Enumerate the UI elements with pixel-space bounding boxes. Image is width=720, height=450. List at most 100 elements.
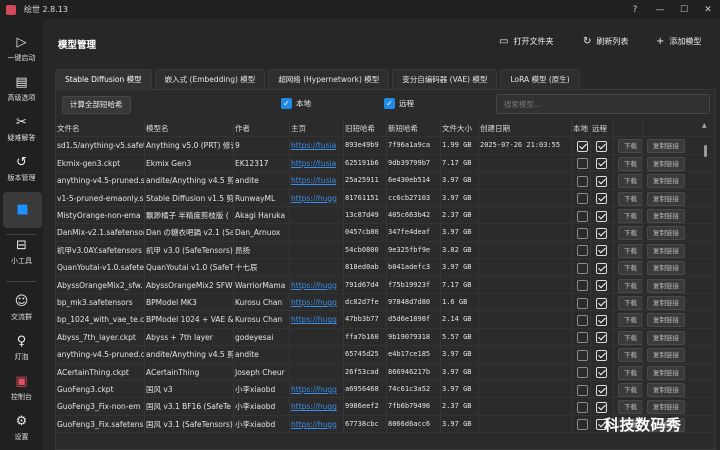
remote-checkbox[interactable] xyxy=(596,140,607,152)
download-button[interactable]: 下载 xyxy=(618,330,642,345)
column-header[interactable]: 作者 xyxy=(234,120,290,138)
remote-checkbox[interactable] xyxy=(596,280,607,292)
remote-checkbox[interactable] xyxy=(596,349,607,361)
column-header[interactable]: 主页 xyxy=(290,120,344,138)
copy-link-button[interactable]: 复制链接 xyxy=(647,330,685,345)
homepage-link[interactable]: https://tusia xyxy=(290,137,344,155)
table-row[interactable]: 机甲v3.0AY.safetensors 机甲 v3.0 (SafeTensors… xyxy=(56,241,717,260)
copy-link-button[interactable]: 复制链接 xyxy=(647,156,685,171)
tab-lora[interactable]: LoRA 模型 (原生) xyxy=(500,69,580,89)
local-checkbox[interactable] xyxy=(577,419,588,431)
remote-checkbox[interactable] xyxy=(596,332,607,344)
copy-link-button[interactable]: 复制链接 xyxy=(647,365,685,380)
remote-checkbox[interactable] xyxy=(596,384,607,396)
download-button[interactable]: 下载 xyxy=(618,383,642,397)
table-row[interactable]: QuanYoutai-v1.0.safete QuanYoutai v1.0 (S… xyxy=(56,259,717,277)
copy-link-button[interactable]: 复制链接 xyxy=(647,226,685,241)
download-button[interactable]: 下载 xyxy=(618,226,642,241)
local-checkbox[interactable] xyxy=(577,245,588,257)
download-button[interactable]: 下载 xyxy=(618,209,642,223)
remote-checkbox[interactable] xyxy=(596,193,607,205)
download-button[interactable]: 下载 xyxy=(618,174,642,189)
sidebar-item-launch[interactable]: ▷ 一键启动 xyxy=(0,36,43,63)
sidebar-item-community[interactable]: ☺ 交流群 xyxy=(0,295,43,322)
table-row[interactable]: ACertainThing.ckpt ACertainThing Joseph Ch… xyxy=(56,363,717,381)
sidebar-item-troubleshoot[interactable]: ✂ 疑难解答 xyxy=(0,116,43,143)
tab-hypernetwork[interactable]: 超网络 (Hypernetwork) 模型 xyxy=(268,69,390,89)
homepage-link[interactable] xyxy=(290,363,344,381)
column-header[interactable]: 模型名 xyxy=(145,120,234,138)
column-header[interactable]: 文件名 xyxy=(56,120,145,138)
homepage-link[interactable] xyxy=(290,328,344,347)
download-button[interactable]: 下载 xyxy=(618,191,642,206)
local-checkbox[interactable] xyxy=(577,349,588,361)
copy-link-button[interactable]: 复制链接 xyxy=(647,209,685,223)
table-row[interactable]: Abyss_7th_layer.ckpt Abyss + 7th layer god… xyxy=(56,328,717,347)
minimize-button[interactable]: — xyxy=(648,0,672,19)
tab-stable-diffusion[interactable]: Stable Diffusion 模型 xyxy=(55,69,152,89)
local-checkbox[interactable] xyxy=(577,314,588,326)
table-row[interactable]: anything-v4.5-pruned.c andite/Anything v4… xyxy=(56,346,717,364)
table-row[interactable]: v1-5-pruned-emaonly.s Stable Diffusion v1… xyxy=(56,189,717,207)
homepage-link[interactable]: https://hugg xyxy=(290,294,344,312)
local-checkbox[interactable] xyxy=(577,401,588,413)
download-button[interactable]: 下载 xyxy=(618,261,642,276)
download-button[interactable]: 下载 xyxy=(618,365,642,380)
homepage-link[interactable]: https://tusia xyxy=(290,154,344,173)
local-checkbox[interactable] xyxy=(577,158,588,170)
copy-link-button[interactable]: 复制链接 xyxy=(647,139,685,154)
copy-link-button[interactable]: 复制链接 xyxy=(647,191,685,206)
local-checkbox[interactable] xyxy=(577,367,588,379)
homepage-link[interactable] xyxy=(290,346,344,364)
column-header[interactable]: 创建日期 xyxy=(479,120,572,138)
tab-vae[interactable]: 变分自编码器 (VAE) 模型 xyxy=(392,69,498,89)
close-button[interactable]: ✕ xyxy=(696,0,720,19)
copy-link-button[interactable]: 复制链接 xyxy=(647,278,685,293)
refresh-button[interactable]: ↻ 刷新列表 xyxy=(583,36,628,47)
table-scrollbar[interactable] xyxy=(704,145,707,157)
remote-checkbox[interactable] xyxy=(596,158,607,170)
homepage-link[interactable]: https://hugg xyxy=(290,311,344,329)
download-button[interactable]: 下载 xyxy=(618,400,642,415)
column-header[interactable]: 文件大小 xyxy=(441,120,479,138)
local-checkbox[interactable] xyxy=(577,332,588,344)
local-checkbox[interactable] xyxy=(577,227,588,239)
table-row[interactable]: Ekmix-gen3.ckpt Ekmix Gen3 EK12317 https://… xyxy=(56,154,717,173)
sidebar-item-models[interactable]: ■ xyxy=(3,192,42,228)
add-model-button[interactable]: + 添加模型 xyxy=(656,36,701,47)
remote-checkbox[interactable] xyxy=(596,314,607,326)
download-button[interactable]: 下载 xyxy=(618,348,642,363)
copy-link-button[interactable]: 复制链接 xyxy=(647,261,685,276)
download-button[interactable]: 下载 xyxy=(618,278,642,293)
sidebar-item-versions[interactable]: ↺ 版本管理 xyxy=(0,156,43,183)
local-checkbox[interactable] xyxy=(577,140,588,152)
download-button[interactable]: 下载 xyxy=(618,139,642,154)
remote-checkbox[interactable] xyxy=(596,367,607,379)
local-filter-checkbox[interactable]: ✓ 本地 xyxy=(281,98,311,109)
column-header[interactable]: 本地 xyxy=(572,120,591,138)
homepage-link[interactable]: https://hugg xyxy=(290,398,344,416)
download-button[interactable]: 下载 xyxy=(618,296,642,310)
remote-checkbox[interactable] xyxy=(596,401,607,413)
scroll-up-arrow-icon[interactable]: ▲ xyxy=(702,122,707,129)
maximize-button[interactable]: ☐ xyxy=(672,0,696,19)
remote-checkbox[interactable] xyxy=(596,210,607,222)
copy-link-button[interactable]: 复制链接 xyxy=(647,243,685,258)
local-checkbox[interactable] xyxy=(577,210,588,222)
sidebar-item-console[interactable]: ▣ 控制台 xyxy=(0,375,43,402)
table-row[interactable]: sd1.5/anything-v5.safet Anything v5.0 (PR… xyxy=(56,137,717,155)
remote-checkbox[interactable] xyxy=(596,175,607,187)
sidebar-item-advanced[interactable]: ▤ 高级选项 xyxy=(0,76,43,103)
tab-embedding[interactable]: 嵌入式 (Embedding) 模型 xyxy=(154,69,266,89)
table-row[interactable]: bp_mk3.safetensors BPModel MK3 Kurosu Chan… xyxy=(56,294,717,312)
copy-link-button[interactable]: 复制链接 xyxy=(647,313,685,328)
local-checkbox[interactable] xyxy=(577,280,588,292)
homepage-link[interactable]: https://tusia xyxy=(290,172,344,190)
remote-filter-checkbox[interactable]: ✓ 远程 xyxy=(384,98,414,109)
download-button[interactable]: 下载 xyxy=(618,156,642,171)
local-checkbox[interactable] xyxy=(577,193,588,205)
homepage-link[interactable] xyxy=(290,241,344,260)
homepage-link[interactable] xyxy=(290,259,344,277)
table-row[interactable]: bp_1024_with_vae_te.cl BPModel 1024 + VAE… xyxy=(56,311,717,329)
table-row[interactable]: MistyOrange-non-ema 飘渺橘子 半精度剪枝版 (Akagi Ha… xyxy=(56,207,717,225)
